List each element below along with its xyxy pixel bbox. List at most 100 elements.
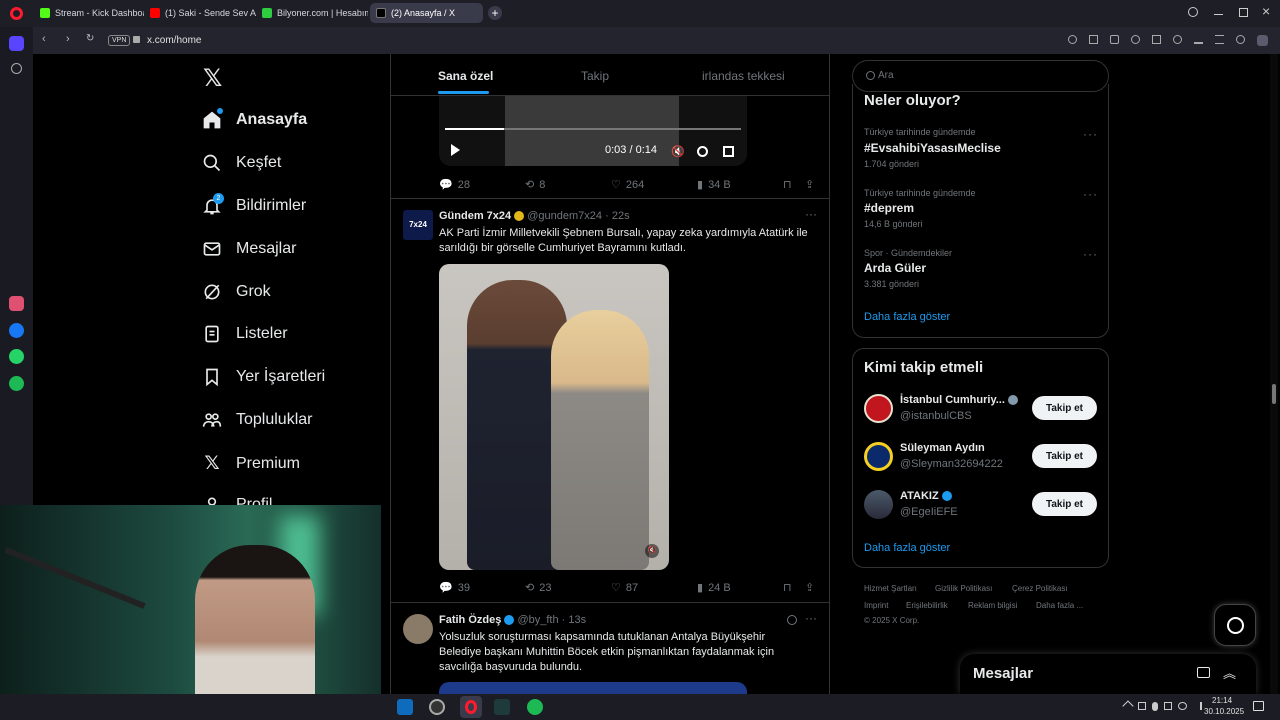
maximize-button[interactable] [1239, 8, 1248, 17]
repost-button[interactable]: ⟲ 23 [525, 581, 611, 595]
footer-link[interactable]: Erişilebilirlik [906, 601, 948, 610]
reload-icon[interactable]: ↻ [86, 33, 94, 44]
footer-link[interactable]: Imprint [864, 601, 888, 610]
post2-handle[interactable]: @by_fth [517, 614, 558, 626]
post1-image[interactable]: 🔇 [439, 264, 669, 570]
tab-following[interactable]: Takip [581, 69, 609, 83]
mute-icon[interactable]: 🔇 [671, 145, 685, 158]
post1-avatar[interactable]: 7x24 [403, 210, 433, 240]
footer-link[interactable]: Çerez Politikası [1012, 584, 1068, 593]
grok-post-icon[interactable] [787, 615, 797, 625]
more-icon[interactable]: ··· [1083, 127, 1098, 141]
notification-center-icon[interactable] [1253, 701, 1264, 711]
footer-link[interactable]: Reklam bilgisi [968, 601, 1017, 610]
post1-handle[interactable]: @gundem7x24 [527, 210, 602, 222]
nav-grok[interactable]: Grok [202, 282, 271, 302]
more-icon[interactable]: ··· [1083, 187, 1098, 201]
views-count[interactable]: ▮ 24 B [697, 581, 783, 595]
obs-icon[interactable] [429, 699, 445, 715]
more-icon[interactable]: ··· [805, 611, 817, 625]
fullscreen-icon[interactable] [723, 146, 734, 157]
aria-icon[interactable] [9, 296, 24, 311]
share-button[interactable]: ⇪ [805, 178, 814, 191]
new-message-icon[interactable] [1197, 667, 1210, 678]
mute-icon[interactable]: 🔇 [645, 544, 659, 558]
like-button[interactable]: ♡ 87 [611, 581, 697, 595]
new-tab-button[interactable]: + [488, 6, 502, 20]
star-sidebar-icon[interactable] [11, 63, 22, 74]
tray-icons[interactable] [1122, 700, 1202, 712]
close-window-button[interactable]: × [1262, 3, 1270, 19]
share-button[interactable]: ⇪ [805, 581, 814, 594]
back-icon[interactable]: ‹ [42, 33, 46, 45]
show-more-link[interactable]: Daha fazla göster [864, 542, 950, 554]
show-more-link[interactable]: Daha fazla göster [864, 311, 950, 323]
x-logo-icon[interactable]: 𝕏 [203, 64, 222, 93]
repost-button[interactable]: ⟲ 8 [525, 178, 611, 192]
clock-time[interactable]: 21:14 [1212, 696, 1232, 705]
whatsapp-icon[interactable] [9, 349, 24, 364]
post1-author[interactable]: Gündem 7x24 [439, 210, 511, 222]
messages-drawer[interactable]: Mesajlar ︽ [960, 654, 1256, 694]
nav-messages[interactable]: Mesajlar [202, 239, 296, 259]
scrollbar-thumb[interactable] [1272, 384, 1276, 404]
nav-bookmarks[interactable]: Yer İşaretleri [202, 367, 325, 387]
follow-button[interactable]: Takip et [1032, 396, 1097, 420]
bookmark-button[interactable]: ⊓ [783, 581, 805, 594]
settings-icon[interactable] [697, 146, 708, 157]
video-progress[interactable] [445, 128, 741, 130]
post2-media[interactable] [439, 682, 747, 694]
video-player[interactable]: 0:03 / 0:14 🔇 [439, 96, 747, 166]
follow-name[interactable]: İstanbul Cumhuriy... [900, 394, 1018, 406]
more-icon[interactable]: ··· [1083, 247, 1098, 261]
expand-up-icon[interactable]: ︽ [1223, 663, 1236, 682]
avatar[interactable] [864, 490, 893, 519]
follow-button[interactable]: Takip et [1032, 492, 1097, 516]
vpn-badge[interactable]: VPN [108, 35, 131, 46]
trend-tag[interactable]: #EvsahibiYasasıMeclise [864, 141, 1001, 155]
like-button[interactable]: ♡ 264 [611, 178, 697, 192]
clock-date[interactable]: 30.10.2025 [1204, 707, 1244, 716]
nav-lists[interactable]: Listeler [202, 324, 288, 344]
nav-communities[interactable]: Topluluklar [202, 410, 312, 430]
follow-button[interactable]: Takip et [1032, 444, 1097, 468]
footer-link[interactable]: Gizlilik Politikası [935, 584, 992, 593]
reply-button[interactable]: 💬 39 [439, 581, 525, 595]
bookmark-button[interactable]: ⊓ [783, 178, 805, 191]
tab-kick[interactable]: Stream - Kick Dashboard [34, 3, 144, 23]
search-tabs-icon[interactable] [1188, 7, 1198, 17]
more-icon[interactable]: ··· [805, 207, 817, 221]
tab-bilyoner[interactable]: Bilyoner.com | Hesabım | [256, 3, 368, 23]
follow-name[interactable]: Süleyman Aydın [900, 442, 985, 454]
footer-link[interactable]: Hizmet Şartları [864, 584, 917, 593]
post2-author[interactable]: Fatih Özdeş [439, 614, 501, 626]
footer-link[interactable]: Daha fazla ... [1036, 601, 1083, 610]
trend-tag[interactable]: Arda Güler [864, 261, 926, 275]
avatar[interactable] [864, 442, 893, 471]
nav-explore[interactable]: Keşfet [202, 153, 281, 173]
trend-tag[interactable]: #deprem [864, 201, 914, 215]
tab-for-you[interactable]: Sana özel [438, 69, 493, 83]
views-count[interactable]: ▮ 34 B [697, 178, 783, 192]
search-input[interactable]: Ara [878, 70, 894, 81]
scrollbar[interactable] [1270, 54, 1278, 694]
forward-icon[interactable]: › [66, 33, 70, 45]
tab-community[interactable]: irlandas tekkesi [702, 69, 785, 83]
tab-x-home[interactable]: (2) Anasayfa / X [370, 3, 483, 23]
spotify-taskbar-icon[interactable] [527, 699, 543, 715]
url-field[interactable]: x.com/home [147, 35, 201, 46]
post2-avatar[interactable] [403, 614, 433, 644]
opera-logo-icon[interactable] [10, 7, 23, 20]
opera-taskbar-icon[interactable] [460, 696, 482, 718]
app-icon[interactable] [494, 699, 510, 715]
grok-fab[interactable] [1214, 604, 1256, 646]
follow-name[interactable]: ATAKIZ [900, 490, 952, 502]
minimize-button[interactable] [1214, 14, 1223, 15]
home-sidebar-icon[interactable] [9, 36, 24, 51]
messenger-icon[interactable] [9, 323, 24, 338]
avatar[interactable] [864, 394, 893, 423]
reply-button[interactable]: 💬 28 [439, 178, 525, 192]
outlook-icon[interactable] [397, 699, 413, 715]
browser-toolbar-icons[interactable] [1068, 35, 1268, 47]
spotify-icon[interactable] [9, 376, 24, 391]
